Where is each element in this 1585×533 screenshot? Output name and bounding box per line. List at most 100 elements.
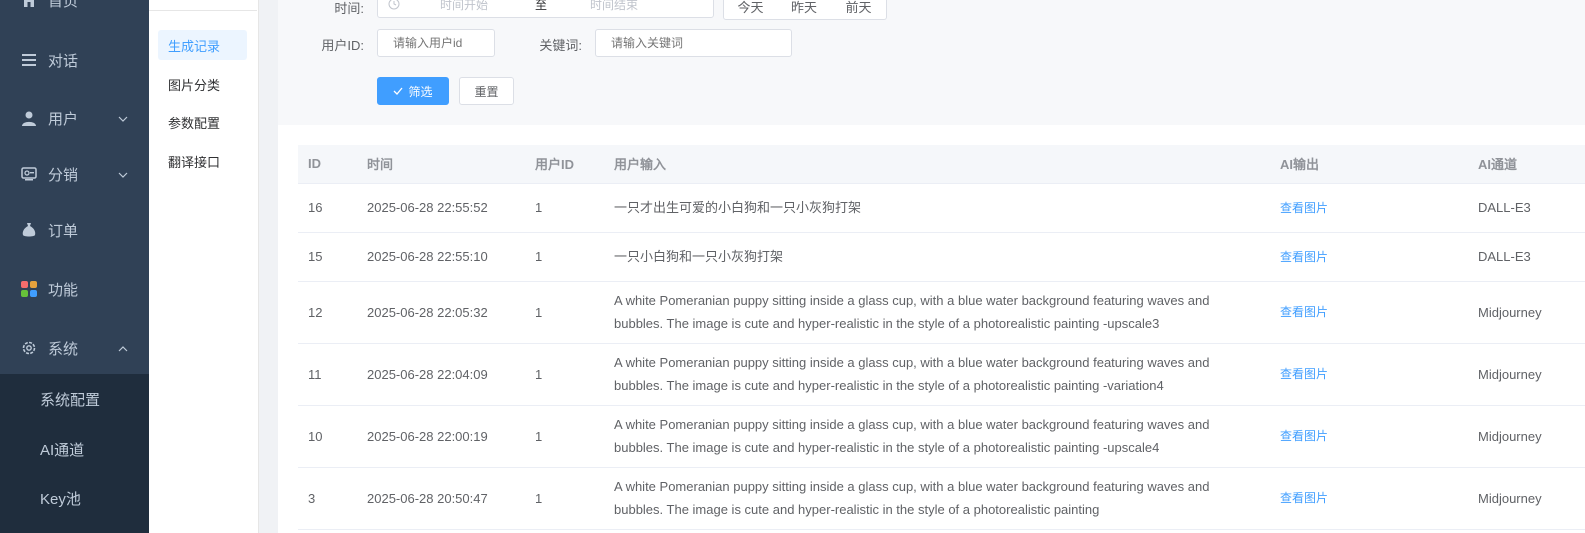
user-id-label: 用户ID: xyxy=(321,38,364,53)
sidebar-subitem-system-config[interactable]: 系统配置 xyxy=(0,374,149,424)
cell-user-id: 1 xyxy=(525,467,604,530)
cell-user-id: 1 xyxy=(525,183,604,233)
money-bag-icon xyxy=(20,221,38,239)
cell-user-id: 1 xyxy=(525,281,604,344)
cell-id: 11 xyxy=(298,343,357,406)
menu-item-image-categories[interactable]: 图片分类 xyxy=(158,69,247,99)
home-icon xyxy=(20,0,38,9)
column-header-user-id[interactable]: 用户ID xyxy=(525,145,604,184)
cell-id: 15 xyxy=(298,232,357,282)
time-separator: 至 xyxy=(535,0,548,12)
sidebar-item-home[interactable]: 首页 xyxy=(0,0,149,28)
cell-id: 12 xyxy=(298,281,357,344)
cell-user-id: 1 xyxy=(525,405,604,468)
view-image-link[interactable]: 查看图片 xyxy=(1280,305,1328,319)
sidebar: 首页 对话 用户 分销 订单 功能 系统 系统配置 AI通道 Key池 xyxy=(0,0,149,533)
records-table: ID 时间 用户ID 用户输入 AI输出 AI通道 16 2025-06-28 … xyxy=(298,145,1585,530)
table-header-row: ID 时间 用户ID 用户输入 AI输出 AI通道 xyxy=(298,145,1585,184)
menu-item-translate-api[interactable]: 翻译接口 xyxy=(158,146,247,176)
divider xyxy=(149,10,257,11)
cell-id: 3 xyxy=(298,467,357,530)
view-image-link[interactable]: 查看图片 xyxy=(1280,250,1328,264)
sidebar-item-users[interactable]: 用户 xyxy=(0,90,149,146)
cell-ai-output: 查看图片 xyxy=(1270,343,1468,406)
secondary-menu: 生成记录 图片分类 参数配置 翻译接口 xyxy=(149,0,259,533)
cell-time: 2025-06-28 22:55:52 xyxy=(357,183,525,233)
time-range-picker[interactable]: 时间开始 至 时间结束 xyxy=(377,0,714,18)
records-table-panel: ID 时间 用户ID 用户输入 AI输出 AI通道 16 2025-06-28 … xyxy=(278,125,1585,533)
view-image-link[interactable]: 查看图片 xyxy=(1280,201,1328,215)
column-header-ai-channel[interactable]: AI通道 xyxy=(1468,145,1585,184)
share-icon xyxy=(20,165,38,183)
keyword-input[interactable] xyxy=(595,29,792,57)
sidebar-item-system[interactable]: 系统 xyxy=(0,320,149,376)
cell-time: 2025-06-28 22:05:32 xyxy=(357,281,525,344)
cell-user-id: 1 xyxy=(525,343,604,406)
cell-id: 10 xyxy=(298,405,357,468)
cell-user-input: A white Pomeranian puppy sitting inside … xyxy=(604,405,1270,468)
table-row: 10 2025-06-28 22:00:19 1 A white Pomeran… xyxy=(298,405,1585,468)
check-icon xyxy=(393,87,403,95)
chevron-down-icon xyxy=(117,112,129,129)
column-header-user-input[interactable]: 用户输入 xyxy=(604,145,1270,184)
time-label: 时间: xyxy=(334,1,364,16)
sidebar-subitem-ai-channel[interactable]: AI通道 xyxy=(0,424,149,474)
sidebar-item-features[interactable]: 功能 xyxy=(0,261,149,317)
cell-ai-channel: DALL-E3 xyxy=(1468,183,1585,233)
time-start-input[interactable]: 时间开始 xyxy=(440,0,535,13)
cell-time: 2025-06-28 22:04:09 xyxy=(357,343,525,406)
column-header-time[interactable]: 时间 xyxy=(357,145,525,184)
cell-user-input: 一只才出生可爱的小白狗和一只小灰狗打架 xyxy=(604,183,1270,233)
column-header-id[interactable]: ID xyxy=(298,145,357,184)
cell-user-id: 1 xyxy=(525,232,604,282)
cell-ai-output: 查看图片 xyxy=(1270,467,1468,530)
list-icon xyxy=(20,51,38,69)
time-end-input[interactable]: 时间结束 xyxy=(590,0,638,13)
sidebar-item-orders[interactable]: 订单 xyxy=(0,202,149,258)
sidebar-subitem-key-pool[interactable]: Key池 xyxy=(0,473,149,523)
cell-user-input: 一只小白狗和一只小灰狗打架 xyxy=(604,232,1270,282)
column-header-ai-output[interactable]: AI输出 xyxy=(1270,145,1468,184)
cell-ai-channel: Midjourney xyxy=(1468,281,1585,344)
table-row: 15 2025-06-28 22:55:10 1 一只小白狗和一只小灰狗打架 查… xyxy=(298,232,1585,282)
view-image-link[interactable]: 查看图片 xyxy=(1280,491,1328,505)
table-row: 11 2025-06-28 22:04:09 1 A white Pomeran… xyxy=(298,343,1585,406)
cell-ai-output: 查看图片 xyxy=(1270,183,1468,233)
cell-user-input: A white Pomeranian puppy sitting inside … xyxy=(604,343,1270,406)
cell-user-input: A white Pomeranian puppy sitting inside … xyxy=(604,467,1270,530)
cell-ai-channel: DALL-E3 xyxy=(1468,232,1585,282)
cell-ai-output: 查看图片 xyxy=(1270,281,1468,344)
sidebar-item-distribution[interactable]: 分销 xyxy=(0,146,149,202)
view-image-link[interactable]: 查看图片 xyxy=(1280,367,1328,381)
table-row: 12 2025-06-28 22:05:32 1 A white Pomeran… xyxy=(298,281,1585,344)
cell-ai-channel: Midjourney xyxy=(1468,405,1585,468)
table-row: 16 2025-06-28 22:55:52 1 一只才出生可爱的小白狗和一只小… xyxy=(298,183,1585,233)
cell-ai-channel: Midjourney xyxy=(1468,343,1585,406)
cell-user-input: A white Pomeranian puppy sitting inside … xyxy=(604,281,1270,344)
table-row: 3 2025-06-28 20:50:47 1 A white Pomerani… xyxy=(298,467,1585,530)
sidebar-item-chat[interactable]: 对话 xyxy=(0,32,149,88)
quick-range-yesterday[interactable]: 昨天 xyxy=(777,0,832,20)
cell-id: 16 xyxy=(298,183,357,233)
system-submenu: 系统配置 AI通道 Key池 xyxy=(0,374,149,533)
filter-button[interactable]: 筛选 xyxy=(377,77,449,105)
user-icon xyxy=(20,109,38,127)
quick-range-day-before[interactable]: 前天 xyxy=(831,0,887,20)
filter-panel: 时间: 时间开始 至 时间结束 今天 昨天 前天 用户ID: 关键词: 筛选 重… xyxy=(278,0,1585,125)
menu-item-generation-records[interactable]: 生成记录 xyxy=(158,30,247,60)
cell-time: 2025-06-28 20:50:47 xyxy=(357,467,525,530)
cell-time: 2025-06-28 22:00:19 xyxy=(357,405,525,468)
menu-item-param-config[interactable]: 参数配置 xyxy=(158,107,247,137)
quick-range-today[interactable]: 今天 xyxy=(723,0,778,20)
cell-time: 2025-06-28 22:55:10 xyxy=(357,232,525,282)
gear-icon xyxy=(20,339,38,357)
view-image-link[interactable]: 查看图片 xyxy=(1280,429,1328,443)
reset-button[interactable]: 重置 xyxy=(459,77,514,105)
user-id-input[interactable] xyxy=(377,29,495,57)
chevron-up-icon xyxy=(117,342,129,359)
chevron-down-icon xyxy=(117,168,129,185)
cell-ai-output: 查看图片 xyxy=(1270,232,1468,282)
clock-icon xyxy=(388,0,400,10)
cell-ai-channel: Midjourney xyxy=(1468,467,1585,530)
grid-icon xyxy=(20,280,38,298)
